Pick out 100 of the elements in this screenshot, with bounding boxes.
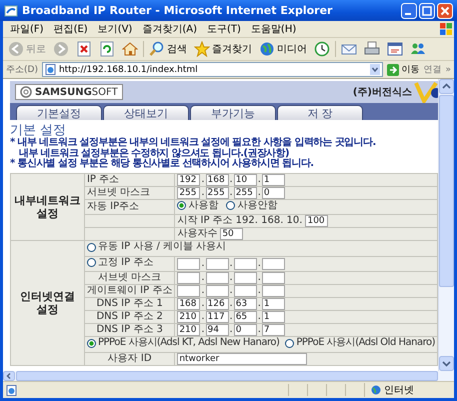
octet-dot: . xyxy=(201,186,205,198)
edit-button[interactable] xyxy=(385,40,405,58)
favorites-button[interactable]: 즐겨찾기 xyxy=(192,40,254,58)
radio-label: PPPoE 사용시(Adsl KT, Adsl New Hanaro) xyxy=(98,337,280,349)
radio-button[interactable] xyxy=(86,258,96,267)
menu-item[interactable]: 편집(E) xyxy=(48,22,93,36)
minimize-button[interactable] xyxy=(401,2,417,18)
media-button[interactable]: 미디어 xyxy=(257,40,309,58)
ip-octet-field[interactable] xyxy=(206,258,229,270)
stop-icon xyxy=(76,41,92,57)
ip-octet-field[interactable] xyxy=(262,285,285,297)
dropdown-icon[interactable] xyxy=(370,64,380,75)
ip-octet-field[interactable] xyxy=(177,258,200,270)
ip-octet-field[interactable]: 0 xyxy=(234,324,257,336)
ip-octet-field[interactable]: 255 xyxy=(177,186,200,198)
scroll-up-icon[interactable] xyxy=(439,79,454,94)
radio-label: 사용함 xyxy=(188,200,218,212)
edit-window-icon xyxy=(387,41,403,57)
ip-octet-field[interactable]: 65 xyxy=(234,311,257,323)
nav-tab[interactable]: 저 장 xyxy=(277,105,363,120)
field-label: 서브넷 마스크 xyxy=(86,186,150,198)
ip-octet-field[interactable] xyxy=(206,285,229,297)
history-button[interactable] xyxy=(312,40,332,58)
menu-item[interactable]: 도움말(H) xyxy=(246,22,302,36)
ip-octet-field[interactable] xyxy=(234,258,257,270)
field-label: 서브넷 마스크 xyxy=(98,272,162,283)
radio-button[interactable] xyxy=(86,242,96,252)
ip-octet-field[interactable]: 255 xyxy=(234,186,257,198)
ip-octet-field[interactable] xyxy=(262,272,285,284)
ip-octet-field[interactable]: 117 xyxy=(206,311,229,323)
field-label: DNS IP 주소 3 xyxy=(96,324,163,335)
ip-octet-field[interactable] xyxy=(234,285,257,297)
ip-octet-field[interactable]: 1 xyxy=(262,298,285,310)
go-button[interactable]: 이동 xyxy=(387,63,420,76)
octet-dot: . xyxy=(201,174,205,186)
field-label: 게이트웨이 IP 주소 xyxy=(86,285,172,296)
octet-dot: . xyxy=(201,258,205,270)
page-icon xyxy=(44,64,56,75)
ip-octet-field[interactable]: 10 xyxy=(234,174,257,186)
ip-octet-field[interactable] xyxy=(177,272,200,284)
ip-octet-field[interactable]: 94 xyxy=(206,324,229,336)
ip-octet-field[interactable]: 210 xyxy=(177,324,200,336)
ip-octet-field[interactable] xyxy=(262,258,285,270)
radio-button[interactable] xyxy=(285,338,294,348)
home-button[interactable] xyxy=(120,40,140,58)
menu-item[interactable]: 보기(V) xyxy=(92,22,138,36)
ip-octet-field[interactable]: 255 xyxy=(206,186,229,198)
scroll-thumb[interactable] xyxy=(439,95,454,287)
links-label[interactable]: 연결 xyxy=(423,63,442,76)
ip-octet-field[interactable]: 1 xyxy=(262,311,285,323)
octet-dot: . xyxy=(201,311,205,323)
radio-button[interactable] xyxy=(86,338,96,348)
octet-dot: . xyxy=(258,298,261,310)
octet-dot: . xyxy=(230,324,233,336)
menu-item[interactable]: 즐겨찾기(A) xyxy=(137,22,202,36)
octet-dot: . xyxy=(258,324,261,336)
ip-octet-field[interactable]: 100 xyxy=(305,215,328,227)
windows-flag-icon xyxy=(440,23,452,35)
ip-octet-field[interactable]: 168 xyxy=(206,174,229,186)
octet-dot: . xyxy=(230,311,233,323)
user-id-field[interactable]: ntworker xyxy=(177,352,308,364)
octet-dot: . xyxy=(258,258,261,270)
octet-dot: . xyxy=(201,272,205,284)
ip-octet-field[interactable] xyxy=(177,285,200,297)
search-button[interactable]: 검색 xyxy=(147,40,189,58)
ip-octet-field[interactable]: 192 xyxy=(177,174,200,186)
toolbar-overflow[interactable]: » xyxy=(445,64,451,74)
octet-dot: . xyxy=(230,174,233,186)
menu-item[interactable]: 도구(T) xyxy=(202,22,246,36)
menu-item[interactable]: 파일(F) xyxy=(5,22,49,36)
nav-tab[interactable]: 부가기능 xyxy=(190,105,276,120)
ip-octet-field[interactable]: 7 xyxy=(262,324,285,336)
ip-octet-field[interactable] xyxy=(234,272,257,284)
ip-octet-field[interactable]: 126 xyxy=(206,298,229,310)
field-label: 사용자 ID xyxy=(108,352,152,364)
vertical-scrollbar[interactable] xyxy=(438,79,454,371)
octet-dot: . xyxy=(258,186,261,198)
user-count-field[interactable]: 50 xyxy=(220,228,244,240)
ip-prefix: 192. 168. 10. xyxy=(236,215,302,227)
radio-button[interactable] xyxy=(226,201,236,210)
ip-octet-field[interactable]: 1 xyxy=(262,174,285,186)
address-field[interactable]: http://192.168.10.1/index.html xyxy=(42,62,384,77)
refresh-icon xyxy=(99,41,115,57)
ip-octet-field[interactable]: 0 xyxy=(262,186,285,198)
vendor-name: (주)버전식스 xyxy=(352,86,412,99)
nav-tab[interactable]: 상태보기 xyxy=(103,105,189,120)
scroll-down-icon[interactable] xyxy=(439,356,454,371)
field-label: DNS IP 주소 2 xyxy=(96,311,163,322)
scroll-left-icon[interactable] xyxy=(3,371,15,381)
ip-octet-field[interactable]: 210 xyxy=(177,311,200,323)
close-button[interactable] xyxy=(437,2,453,18)
ip-octet-field[interactable]: 168 xyxy=(177,298,200,310)
page-heading: 기본 설정 xyxy=(10,124,66,138)
radio-button[interactable] xyxy=(177,201,186,210)
arrow-icon xyxy=(387,64,400,76)
ip-octet-field[interactable] xyxy=(206,272,229,284)
maximize-button[interactable] xyxy=(419,2,435,18)
octet-dot: . xyxy=(230,285,233,297)
ip-octet-field[interactable]: 63 xyxy=(234,298,257,310)
nav-tab[interactable]: 기본설정 xyxy=(16,105,102,120)
